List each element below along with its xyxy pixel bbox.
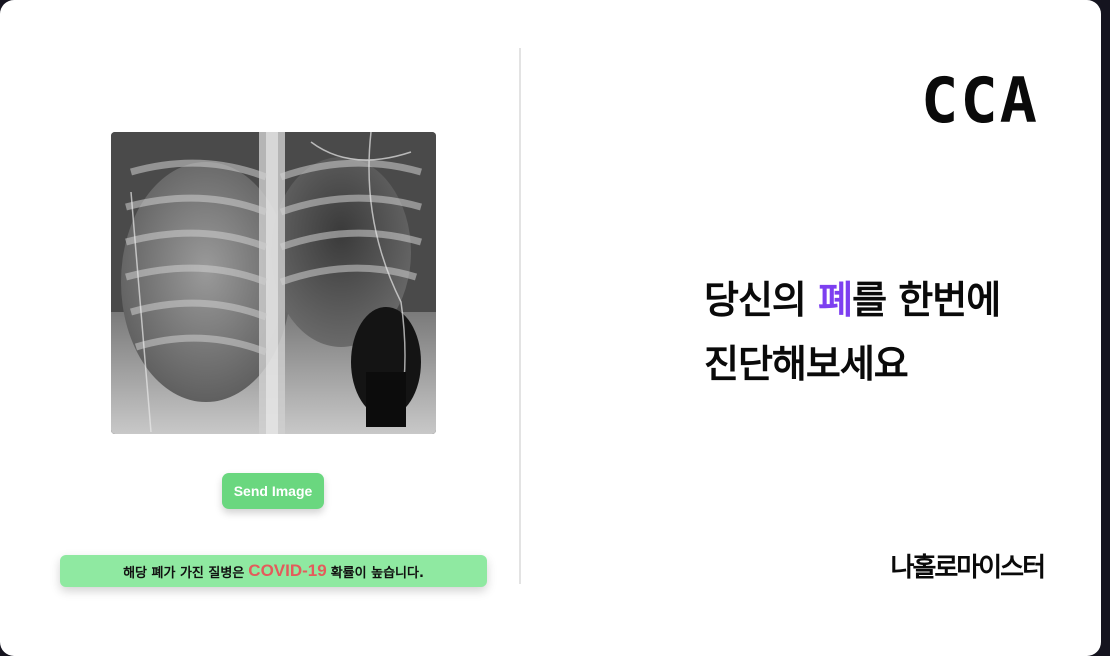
headline-part-1: 당신의 <box>704 278 819 322</box>
send-image-button[interactable]: Send Image <box>222 473 324 509</box>
headline-line-1: 당신의 폐를 한번에 <box>704 268 1064 332</box>
result-suffix: 확률이 높습니다. <box>330 565 424 581</box>
headline-line-2: 진단해보세요 <box>704 342 909 386</box>
headline-part-2: 를 한번에 <box>852 278 1001 322</box>
brand-name: 나홀로마이스터 <box>890 553 1046 583</box>
main-card: Send Image 해당 폐가 가진 질병은 COVID-19 확률이 높습니… <box>0 0 1101 656</box>
diagnosis-result-banner: 해당 폐가 가진 질병은 COVID-19 확률이 높습니다. <box>60 555 487 587</box>
headline-highlight: 폐 <box>818 278 853 322</box>
app-logo: CCA <box>921 64 1039 137</box>
result-prefix: 해당 폐가 가진 질병은 <box>123 565 245 581</box>
panel-divider <box>519 48 521 584</box>
headline: 당신의 폐를 한번에 진단해보세요 <box>704 268 1064 396</box>
diagnosed-disease: COVID-19 <box>248 561 327 580</box>
chest-xray-image <box>111 132 436 434</box>
